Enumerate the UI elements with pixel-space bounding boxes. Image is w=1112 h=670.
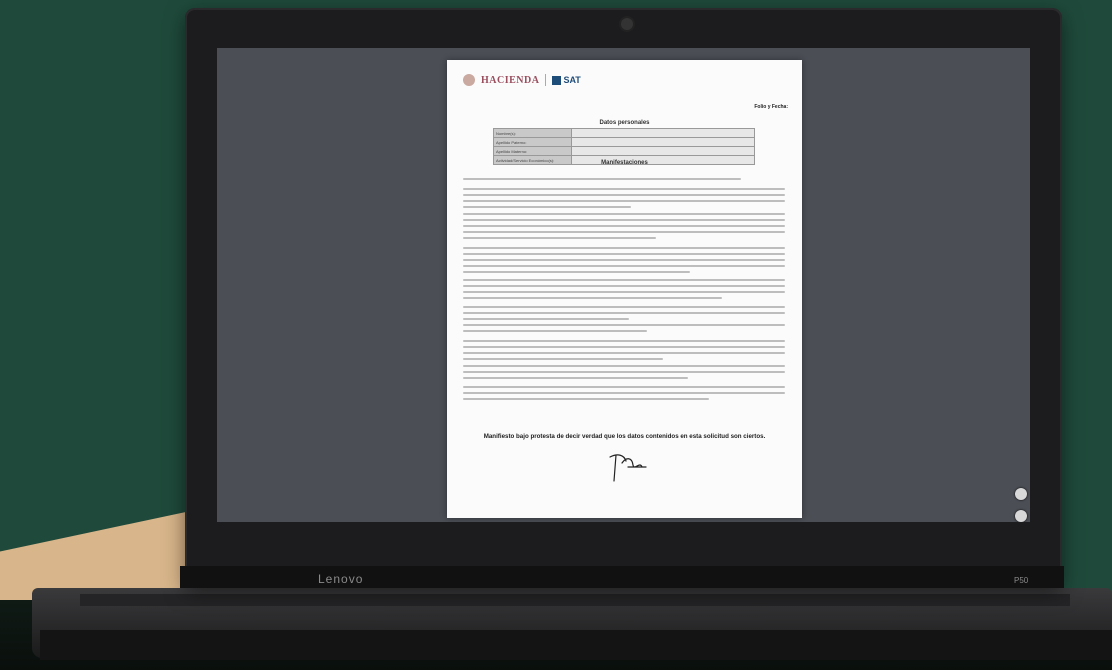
table-key: Apellido Paterno: [492,137,573,147]
text-line [463,318,629,320]
text-line [463,324,785,326]
text-line [463,178,741,180]
text-line [463,371,785,373]
text-line [463,206,631,208]
zoom-out-button[interactable] [1015,510,1027,522]
declaration-text: Manifiesto bajo protesta de decir verdad… [483,433,766,440]
table-row: Apellido Paterno: [492,137,755,147]
text-line [463,306,785,308]
table-row: Nombre(s): [492,128,755,138]
text-line [463,225,785,227]
text-line [463,340,785,342]
text-line [463,291,785,293]
logo-divider [545,74,547,86]
text-line [463,259,785,261]
text-line [463,265,785,267]
folio-date: Folio y Fecha: [754,104,788,110]
model-label: P50 [1014,576,1029,585]
text-line [463,346,785,348]
text-line [463,194,785,196]
laptop-front-edge [40,630,1112,660]
text-line [463,279,785,281]
lenovo-brand-label: Lenovo [318,572,364,586]
text-line [463,247,785,249]
text-line [463,200,785,202]
text-line [463,188,785,190]
text-line [463,352,785,354]
table-key: Apellido Materno: [492,146,573,156]
text-line [463,219,785,221]
text-line [463,358,663,360]
folio-label: Folio y Fecha: [754,104,788,110]
text-line [463,365,785,367]
table-key: Nombre(s): [492,128,573,138]
text-line [463,237,656,239]
keyboard-area [80,594,1070,606]
text-line [463,398,709,400]
table-value [571,128,755,138]
header-logos: HACIENDA SAT [463,74,581,86]
text-line [463,213,785,215]
table-value [571,146,755,156]
pdf-document-page: HACIENDA SAT Folio y Fecha: Datos person… [447,60,802,518]
handwritten-signature [609,454,647,482]
text-line [463,231,785,233]
section-title-manifest: Manifestaciones [601,160,648,166]
laptop-hinge [180,566,1064,588]
sat-mark-icon [552,75,562,85]
text-line [463,330,647,332]
text-line [463,297,722,299]
laptop-screen: HACIENDA SAT Folio y Fecha: Datos person… [217,48,1030,522]
zoom-in-button[interactable] [1015,488,1027,500]
hacienda-logo: HACIENDA [481,74,540,86]
webcam-icon [621,18,633,30]
text-line [463,271,690,273]
sat-logo: SAT [552,75,581,85]
text-line [463,386,785,388]
text-line [463,285,785,287]
sat-logo-text: SAT [563,75,581,85]
text-line [463,312,785,314]
laptop-lid: HACIENDA SAT Folio y Fecha: Datos person… [185,8,1062,586]
text-line [463,377,688,379]
text-line [463,392,785,394]
hacienda-emblem-icon [463,74,475,86]
text-line [463,253,785,255]
table-row: Apellido Materno: [492,146,755,156]
table-value [571,137,755,147]
section-title-personal: Datos personales [599,120,650,126]
